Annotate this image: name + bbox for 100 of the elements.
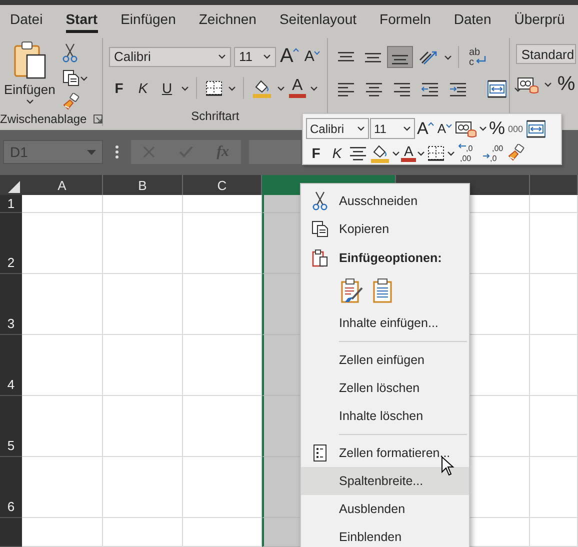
bold-button[interactable]: F: [306, 144, 326, 162]
align-center-icon: [365, 80, 384, 98]
number-format-field[interactable]: Standard: [516, 44, 576, 64]
table-cell[interactable]: [183, 274, 262, 335]
caret-icon: [293, 48, 300, 52]
underline-button[interactable]: U: [157, 79, 177, 97]
ribbon-tab[interactable]: Zeichnen: [198, 8, 256, 33]
menu-item[interactable]: Spaltenbreite...: [301, 467, 469, 495]
merge-icon: [526, 120, 546, 138]
font-color-button[interactable]: A: [289, 78, 306, 98]
table-cell[interactable]: [183, 396, 262, 457]
column-header[interactable]: A: [22, 175, 103, 195]
table-cell[interactable]: [183, 195, 262, 213]
table-cell[interactable]: [530, 213, 578, 274]
table-cell[interactable]: [183, 335, 262, 396]
menu-section-title: Einfügeoptionen:: [339, 251, 442, 265]
copy-button[interactable]: [61, 68, 90, 88]
italic-button[interactable]: K: [133, 79, 153, 97]
table-cell[interactable]: [22, 396, 103, 457]
align-bottom-button[interactable]: [388, 47, 412, 67]
table-cell[interactable]: [183, 518, 262, 547]
ribbon-tab[interactable]: Überprü: [514, 8, 565, 33]
menu-item[interactable]: Zellen löschen: [301, 374, 469, 402]
dialog-launcher[interactable]: [92, 114, 103, 124]
ribbon-tab[interactable]: Einfügen: [120, 8, 176, 33]
borders-button[interactable]: [426, 144, 446, 162]
row-header[interactable]: 5: [0, 396, 22, 457]
font-size-field[interactable]: 11: [370, 118, 415, 139]
table-cell[interactable]: [22, 274, 103, 335]
menu-item[interactable]: Inhalte löschen: [301, 402, 469, 430]
percent-button[interactable]: %: [488, 117, 506, 140]
column-header[interactable]: [530, 175, 578, 195]
table-cell[interactable]: [22, 518, 103, 547]
menu-item[interactable]: Zellen formatieren...: [301, 439, 469, 467]
table-cell[interactable]: [530, 518, 578, 547]
chevron-icon: [403, 126, 411, 131]
font-name-field[interactable]: Calibri: [306, 118, 369, 139]
table-cell[interactable]: [22, 213, 103, 274]
table-cell[interactable]: [183, 457, 262, 518]
borders-button[interactable]: [204, 79, 224, 97]
formula-input[interactable]: [249, 140, 301, 164]
table-cell[interactable]: [22, 457, 103, 518]
menu-item[interactable]: Einblenden: [301, 523, 469, 547]
row-header[interactable]: 6: [0, 457, 22, 518]
font-color-button[interactable]: A: [401, 144, 416, 162]
table-cell[interactable]: [103, 213, 183, 274]
table-cell[interactable]: [103, 195, 183, 213]
accounting-button[interactable]: [454, 118, 478, 138]
row-header[interactable]: 1: [0, 195, 22, 213]
table-cell[interactable]: [103, 396, 183, 457]
scissors-icon: [312, 191, 328, 211]
table-cell[interactable]: [530, 274, 578, 335]
grow-font-button[interactable]: A: [416, 118, 436, 140]
menu-item[interactable]: Ausblenden: [301, 495, 469, 523]
table-cell[interactable]: [103, 274, 183, 335]
shrink-font-button[interactable]: A: [436, 120, 454, 137]
ribbon-tab[interactable]: Seitenlayout: [279, 8, 357, 33]
column-header[interactable]: C: [183, 175, 262, 195]
percent-button[interactable]: %: [556, 72, 576, 97]
thousands-button[interactable]: 000: [507, 122, 524, 134]
menu-item[interactable]: Kopieren: [301, 215, 469, 243]
row-header[interactable]: [0, 518, 22, 547]
paste-formatting-button[interactable]: [339, 277, 365, 305]
menu-item[interactable]: Ausschneiden: [301, 187, 469, 215]
accounting-button[interactable]: [516, 74, 540, 94]
paste-button[interactable]: [371, 277, 395, 305]
table-cell[interactable]: [530, 396, 578, 457]
chevron-icon: [181, 86, 189, 90]
shrink-font-button[interactable]: A: [303, 47, 322, 66]
table-cell[interactable]: [22, 335, 103, 396]
bold-button[interactable]: F: [109, 79, 129, 97]
chevron-icon: [392, 150, 400, 156]
table-cell[interactable]: [183, 213, 262, 274]
table-cell[interactable]: [530, 457, 578, 518]
increase-decimal-button[interactable]: ,0 ,00: [456, 142, 480, 164]
decrease-decimal-button[interactable]: ,00 ,0: [481, 142, 506, 164]
paste-button[interactable]: Einfügen: [4, 38, 56, 106]
row-header[interactable]: 4: [0, 335, 22, 396]
row-header[interactable]: 2: [0, 213, 22, 274]
ribbon-tab[interactable]: Daten: [454, 8, 492, 33]
table-cell[interactable]: [530, 335, 578, 396]
menu-item[interactable]: Zellen einfügen: [301, 346, 469, 374]
italic-button[interactable]: K: [327, 144, 347, 162]
row-header[interactable]: 3: [0, 274, 22, 335]
group-label: Zwischenablage: [0, 112, 87, 126]
ribbon-tab[interactable]: Datei: [10, 8, 43, 33]
merge-button[interactable]: [525, 118, 548, 138]
select-all-button[interactable]: [0, 175, 22, 195]
font-name-field[interactable]: Calibri: [109, 46, 231, 66]
grow-font-button[interactable]: A: [279, 44, 300, 69]
table-cell[interactable]: [103, 457, 183, 518]
font-size-field[interactable]: 11: [234, 46, 276, 66]
format-painter-button[interactable]: [506, 143, 526, 163]
table-cell[interactable]: [22, 195, 103, 213]
table-cell[interactable]: [530, 195, 578, 213]
table-cell[interactable]: [103, 335, 183, 396]
table-cell[interactable]: [103, 518, 183, 547]
ribbon-tab[interactable]: Formeln: [380, 8, 431, 33]
column-header[interactable]: B: [103, 175, 183, 195]
menu-item[interactable]: Inhalte einfügen...: [301, 309, 469, 337]
